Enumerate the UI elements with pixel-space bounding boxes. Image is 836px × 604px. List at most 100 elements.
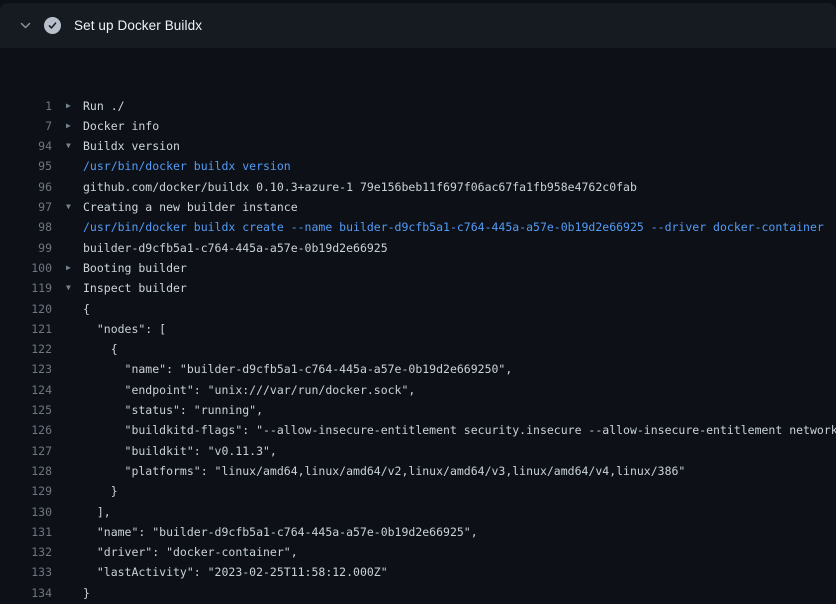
line-number[interactable]: 128 xyxy=(0,461,52,481)
group-label: Inspect builder xyxy=(83,278,187,298)
group-label: Run ./ xyxy=(83,96,125,116)
output-text: ], xyxy=(83,502,111,522)
output-text: "lastActivity": "2023-02-25T11:58:12.000… xyxy=(83,562,388,582)
line-number[interactable]: 95 xyxy=(0,156,52,176)
output-text: "buildkit": "v0.11.3", xyxy=(83,441,277,461)
log-line-row: 99 builder-d9cfb5a1-c764-445a-a57e-0b19d2… xyxy=(0,238,836,258)
group-collapsed-icon[interactable]: ▶ xyxy=(52,96,83,116)
group-expanded-icon[interactable]: ▼ xyxy=(52,278,83,298)
gutter-spacer xyxy=(52,522,83,542)
output-text: "name": "builder-d9cfb5a1-c764-445a-a57e… xyxy=(83,522,478,542)
log-line-row: 133 "lastActivity": "2023-02-25T11:58:12… xyxy=(0,562,836,582)
line-number[interactable]: 120 xyxy=(0,299,52,319)
log-line-row: 130 ], xyxy=(0,502,836,522)
log-line-row: 96 github.com/docker/buildx 0.10.3+azure-… xyxy=(0,177,836,197)
gutter-spacer xyxy=(52,441,83,461)
log-line-row: 127 "buildkit": "v0.11.3", xyxy=(0,441,836,461)
line-number[interactable]: 119 xyxy=(0,278,52,298)
group-label: Creating a new builder instance xyxy=(83,197,298,217)
line-number[interactable]: 99 xyxy=(0,238,52,258)
log-line-row: 131 "name": "builder-d9cfb5a1-c764-445a-… xyxy=(0,522,836,542)
output-text: "status": "running", xyxy=(83,400,263,420)
line-number[interactable]: 127 xyxy=(0,441,52,461)
step-header[interactable]: Set up Docker Buildx xyxy=(0,3,836,48)
gutter-spacer xyxy=(52,177,83,197)
line-number[interactable]: 100 xyxy=(0,258,52,278)
log-group-row[interactable]: 97▼Creating a new builder instance xyxy=(0,197,836,217)
gutter-spacer xyxy=(52,238,83,258)
gutter-spacer xyxy=(52,156,83,176)
chevron-down-icon[interactable] xyxy=(18,19,32,33)
log-group-row[interactable]: 94▼Buildx version xyxy=(0,136,836,156)
group-label: Buildx version xyxy=(83,136,180,156)
output-text: { xyxy=(83,299,90,319)
gutter-spacer xyxy=(52,400,83,420)
log-line-row: 123 "name": "builder-d9cfb5a1-c764-445a-… xyxy=(0,359,836,379)
line-number[interactable]: 94 xyxy=(0,136,52,156)
log-line-row: 121 "nodes": [ xyxy=(0,319,836,339)
step-success-check-icon xyxy=(44,17,61,34)
log-line-row: 128 "platforms": "linux/amd64,linux/amd6… xyxy=(0,461,836,481)
log-group-row[interactable]: 1▶Run ./ xyxy=(0,96,836,116)
output-text: "nodes": [ xyxy=(83,319,166,339)
line-number[interactable]: 129 xyxy=(0,481,52,501)
log-lines: 1▶Run ./7▶Docker info94▼Buildx version95… xyxy=(0,96,836,604)
output-text: github.com/docker/buildx 0.10.3+azure-1 … xyxy=(83,177,637,197)
line-number[interactable]: 133 xyxy=(0,562,52,582)
log-line-row: 126 "buildkitd-flags": "--allow-insecure… xyxy=(0,420,836,440)
line-number[interactable]: 132 xyxy=(0,542,52,562)
line-number[interactable]: 96 xyxy=(0,177,52,197)
gutter-spacer xyxy=(52,420,83,440)
command-text: /usr/bin/docker buildx version xyxy=(83,156,291,176)
log-line-row: 120 { xyxy=(0,299,836,319)
output-text: "driver": "docker-container", xyxy=(83,542,298,562)
command-text: /usr/bin/docker buildx create --name bui… xyxy=(83,217,824,237)
gutter-spacer xyxy=(52,461,83,481)
line-number[interactable]: 122 xyxy=(0,339,52,359)
gutter-spacer xyxy=(52,542,83,562)
log-line-row: 124 "endpoint": "unix:///var/run/docker.… xyxy=(0,380,836,400)
line-number[interactable]: 130 xyxy=(0,502,52,522)
line-number[interactable]: 123 xyxy=(0,359,52,379)
line-number[interactable]: 1 xyxy=(0,96,52,116)
line-number[interactable]: 121 xyxy=(0,319,52,339)
log-line-row: 122 { xyxy=(0,339,836,359)
group-label: Booting builder xyxy=(83,258,187,278)
log-viewer: 1▶Run ./7▶Docker info94▼Buildx version95… xyxy=(0,48,836,604)
gutter-spacer xyxy=(52,562,83,582)
gutter-spacer xyxy=(52,319,83,339)
gutter-spacer xyxy=(52,502,83,522)
group-expanded-icon[interactable]: ▼ xyxy=(52,197,83,217)
log-group-row[interactable]: 7▶Docker info xyxy=(0,116,836,136)
line-number[interactable]: 98 xyxy=(0,217,52,237)
line-number[interactable]: 125 xyxy=(0,400,52,420)
line-number[interactable]: 7 xyxy=(0,116,52,136)
log-line-row: 125 "status": "running", xyxy=(0,400,836,420)
output-text: "name": "builder-d9cfb5a1-c764-445a-a57e… xyxy=(83,359,512,379)
log-group-row[interactable]: 119▼Inspect builder xyxy=(0,278,836,298)
group-collapsed-icon[interactable]: ▶ xyxy=(52,116,83,136)
output-text: } xyxy=(83,583,90,603)
output-text: "endpoint": "unix:///var/run/docker.sock… xyxy=(83,380,415,400)
log-line-row: 129 } xyxy=(0,481,836,501)
log-line-row: 98/usr/bin/docker buildx create --name b… xyxy=(0,217,836,237)
output-text: "platforms": "linux/amd64,linux/amd64/v2… xyxy=(83,461,685,481)
output-text: } xyxy=(83,481,118,501)
log-group-row[interactable]: 100▶Booting builder xyxy=(0,258,836,278)
gutter-spacer xyxy=(52,380,83,400)
line-number[interactable]: 124 xyxy=(0,380,52,400)
line-number[interactable]: 134 xyxy=(0,583,52,603)
gutter-spacer xyxy=(52,339,83,359)
group-expanded-icon[interactable]: ▼ xyxy=(52,136,83,156)
gutter-spacer xyxy=(52,481,83,501)
log-line-row: 134} xyxy=(0,583,836,603)
gutter-spacer xyxy=(52,583,83,603)
group-collapsed-icon[interactable]: ▶ xyxy=(52,258,83,278)
line-number[interactable]: 131 xyxy=(0,522,52,542)
output-text: builder-d9cfb5a1-c764-445a-a57e-0b19d2e6… xyxy=(83,238,388,258)
output-text: { xyxy=(83,339,118,359)
line-number[interactable]: 126 xyxy=(0,420,52,440)
step-title: Set up Docker Buildx xyxy=(74,18,202,33)
line-number[interactable]: 97 xyxy=(0,197,52,217)
gutter-spacer xyxy=(52,299,83,319)
